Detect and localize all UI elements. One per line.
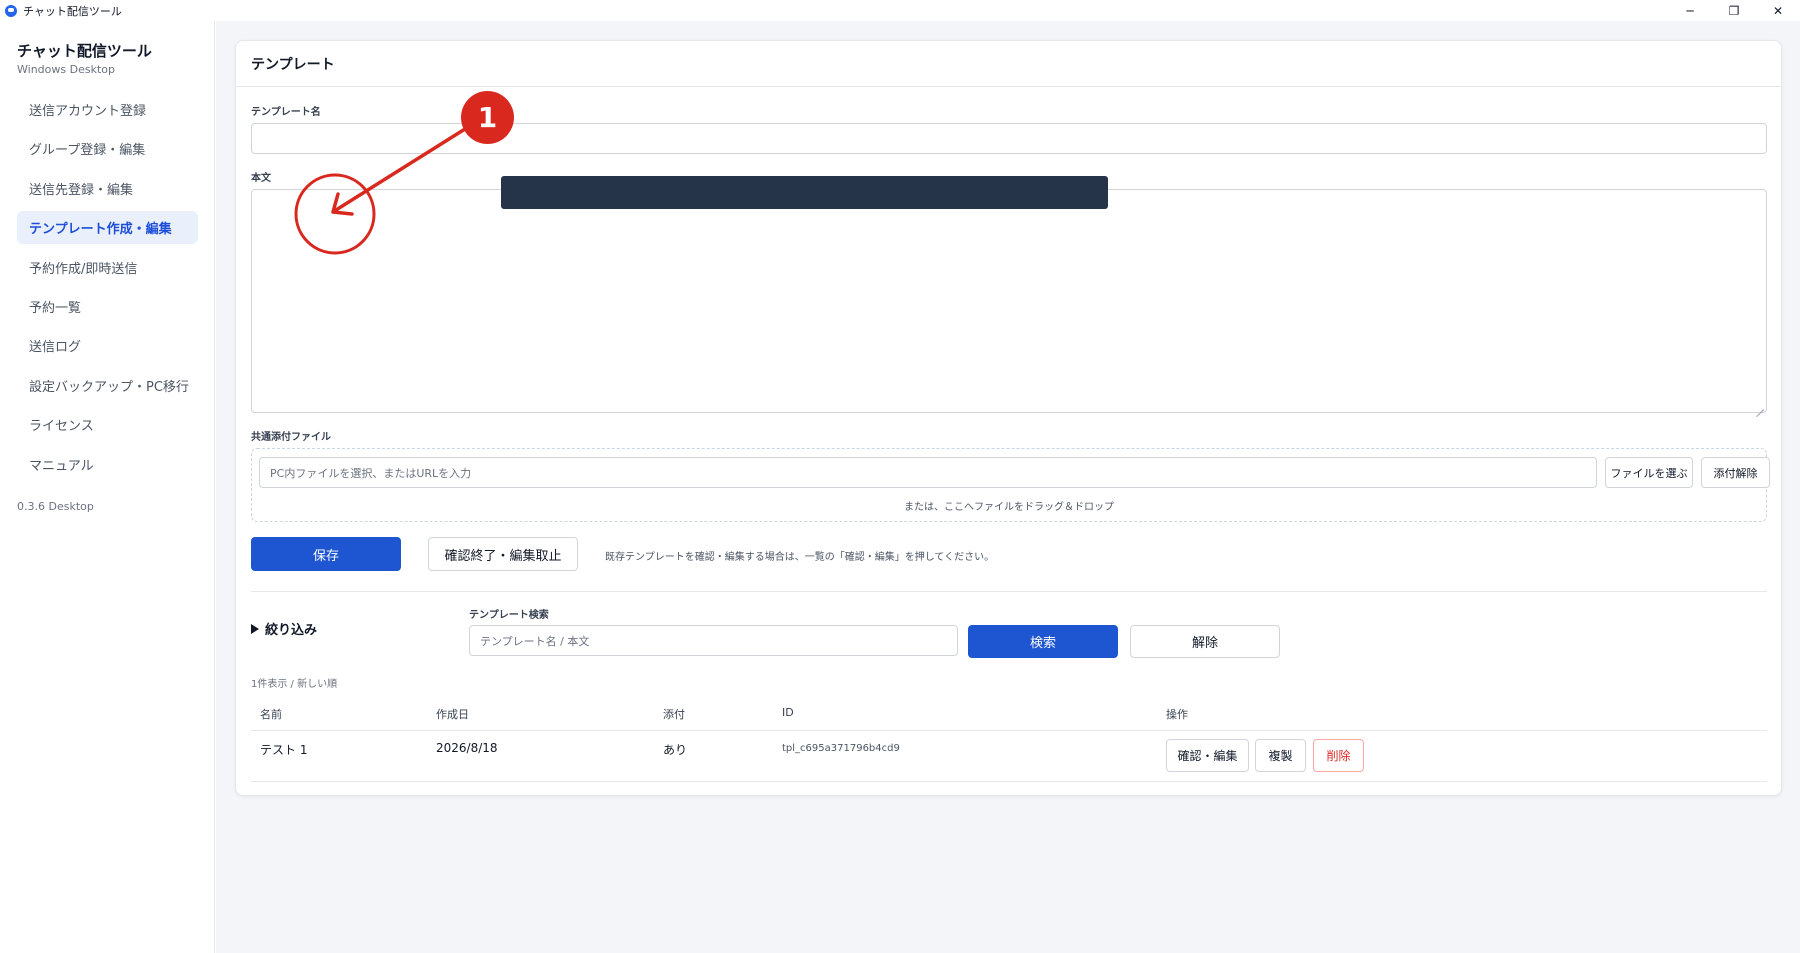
table-header-divider [251, 730, 1767, 731]
restore-icon[interactable]: ❐ [1712, 0, 1756, 21]
column-header-id: ID [782, 706, 794, 719]
window-controls: ─ ❐ ✕ [1668, 0, 1800, 21]
filter-toggle-label: 絞り込み [265, 623, 318, 638]
version-label: 0.3.6 Desktop [17, 500, 94, 513]
sidebar-item-schedule[interactable]: 予約作成/即時送信 [17, 251, 198, 284]
sidebar-item-send-account[interactable]: 送信アカウント登録 [17, 93, 198, 126]
sidebar-item-recipients[interactable]: 送信先登録・編集 [17, 172, 198, 205]
result-count: 1件表示 / 新しい順 [251, 679, 338, 690]
annotation-step-badge: 1 [461, 91, 514, 144]
template-search-label: テンプレート検索 [469, 610, 549, 621]
template-search-input[interactable]: テンプレート名 / 本文 [469, 625, 958, 656]
body-label: 本文 [251, 173, 271, 184]
sidebar-item-backup[interactable]: 設定バックアップ・PC移行 [17, 369, 198, 402]
window-titlebar: チャット配信ツール ─ ❐ ✕ [0, 0, 1800, 21]
column-header-actions: 操作 [1166, 708, 1188, 721]
sidebar-item-groups[interactable]: グループ登録・編集 [17, 132, 198, 165]
row-created: 2026/8/18 [436, 741, 498, 755]
attach-label: 共通添付ファイル [251, 432, 331, 443]
sidebar: チャット配信ツール Windows Desktop 送信アカウント登録 グループ… [0, 21, 215, 953]
cancel-edit-button[interactable]: 確認終了・編集取止 [428, 537, 578, 571]
brand-subtitle: Windows Desktop [17, 63, 115, 76]
close-icon[interactable]: ✕ [1756, 0, 1800, 21]
row-name: テスト 1 [260, 743, 308, 757]
clear-filter-button[interactable]: 解除 [1130, 625, 1280, 658]
attachment-path-input[interactable]: PC内ファイルを選択、またはURLを入力 [259, 457, 1597, 488]
section-divider [251, 591, 1767, 592]
row-delete-button[interactable]: 削除 [1313, 739, 1364, 772]
sidebar-item-manual[interactable]: マニュアル [17, 448, 198, 481]
attachment-dropzone[interactable]: PC内ファイルを選択、またはURLを入力 ファイルを選ぶ 添付解除 または、ここ… [251, 448, 1770, 522]
column-header-created: 作成日 [436, 708, 469, 721]
row-edit-button[interactable]: 確認・編集 [1166, 739, 1249, 772]
row-id: tpl_c695a371796b4cd9 [782, 743, 900, 754]
filter-toggle[interactable]: 絞り込み [251, 619, 317, 638]
resize-grip-icon[interactable] [1756, 402, 1764, 410]
card-title: テンプレート [236, 41, 1781, 87]
row-copy-button[interactable]: 複製 [1255, 739, 1306, 772]
column-header-name: 名前 [260, 708, 282, 721]
caret-right-icon [251, 623, 259, 634]
save-button[interactable]: 保存 [251, 537, 401, 571]
sidebar-nav: 送信アカウント登録 グループ登録・編集 送信先登録・編集 テンプレート作成・編集… [17, 93, 198, 487]
drop-hint: または、ここへファイルをドラッグ＆ドロップ [904, 502, 1114, 513]
template-name-label: テンプレート名 [251, 107, 321, 118]
remove-attachment-button[interactable]: 添付解除 [1701, 457, 1770, 488]
table-row-divider [251, 781, 1767, 782]
sidebar-item-send-log[interactable]: 送信ログ [17, 329, 198, 362]
body-textarea[interactable] [251, 189, 1767, 413]
search-button[interactable]: 検索 [968, 625, 1118, 658]
sidebar-item-license[interactable]: ライセンス [17, 408, 198, 441]
sidebar-item-schedule-list[interactable]: 予約一覧 [17, 290, 198, 323]
choose-file-button[interactable]: ファイルを選ぶ [1605, 457, 1693, 488]
redaction-bar [501, 176, 1108, 209]
brand-title: チャット配信ツール [17, 42, 152, 60]
minimize-icon[interactable]: ─ [1668, 0, 1712, 21]
edit-help-text: 既存テンプレートを確認・編集する場合は、一覧の「確認・編集」を押してください。 [605, 552, 995, 563]
main-area: テンプレート テンプレート名 本文 共通添付ファイル PC内ファイルを選択、また… [216, 21, 1800, 953]
app-icon [5, 4, 17, 17]
row-attach: あり [663, 743, 688, 757]
template-card: テンプレート テンプレート名 本文 共通添付ファイル PC内ファイルを選択、また… [235, 40, 1782, 796]
column-header-attach: 添付 [663, 708, 685, 721]
window-title: チャット配信ツール [23, 4, 122, 18]
sidebar-item-templates[interactable]: テンプレート作成・編集 [17, 211, 198, 245]
